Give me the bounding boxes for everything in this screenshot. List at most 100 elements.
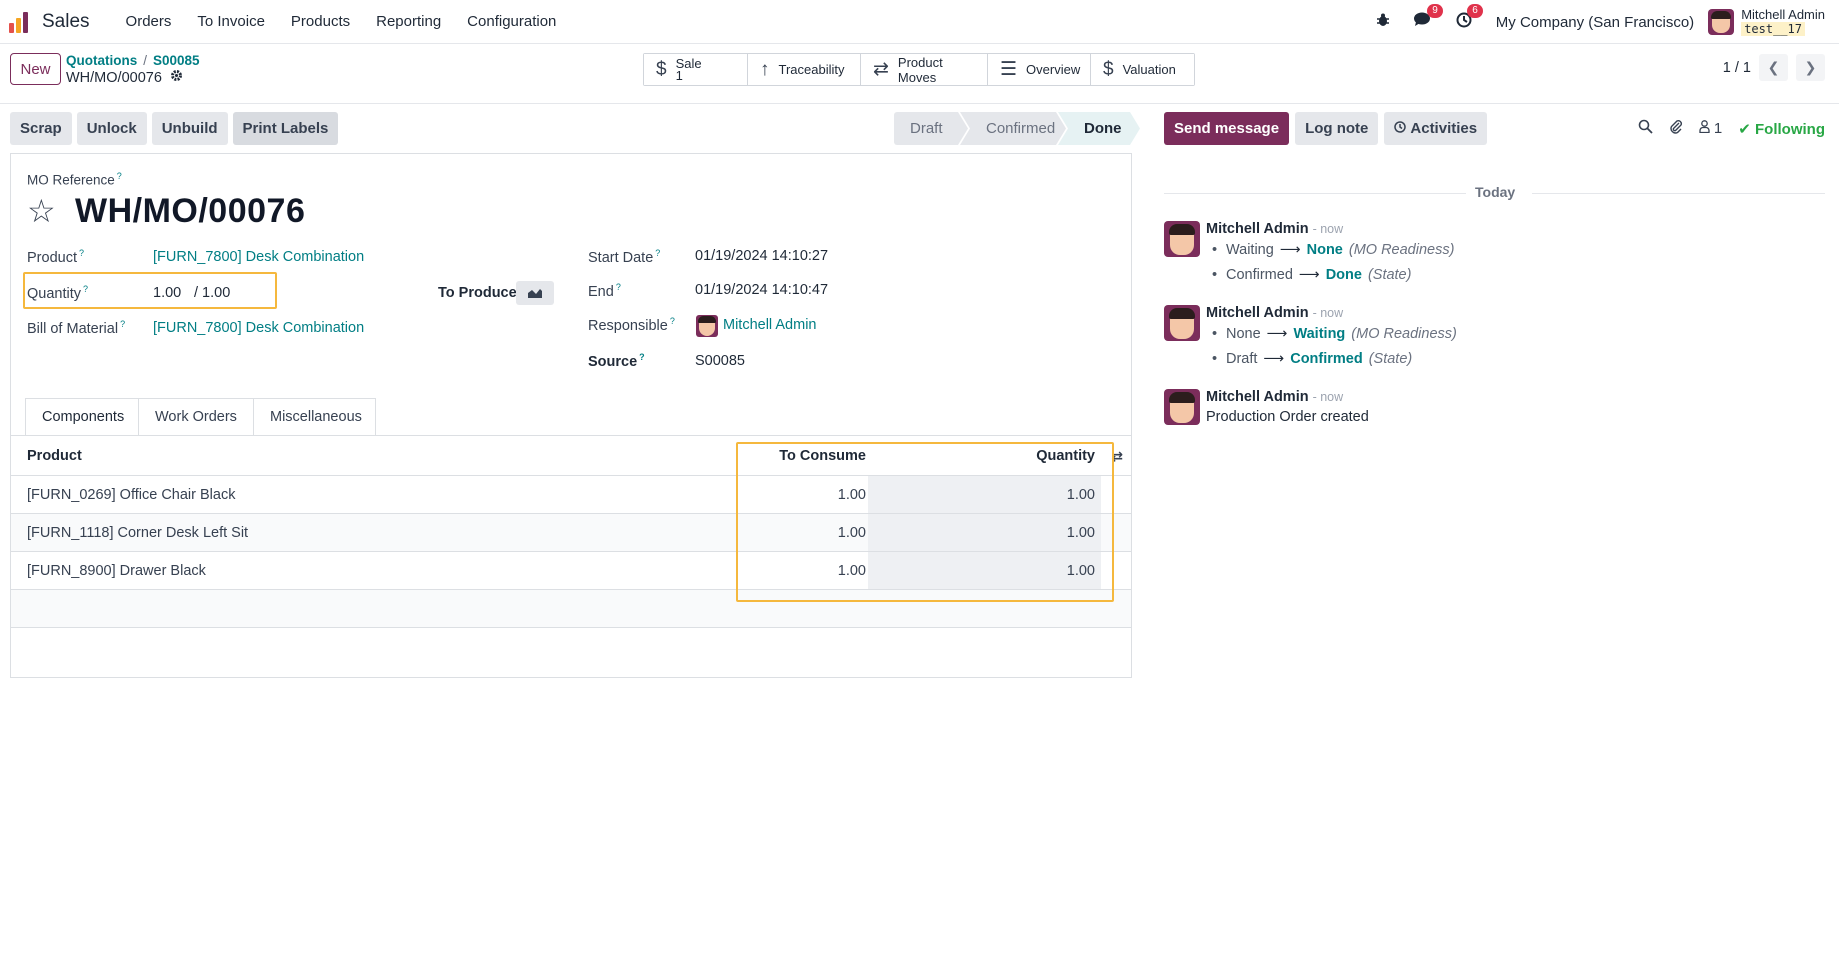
sale-smart-button[interactable]: $ Sale 1 xyxy=(644,54,748,85)
status-bar: Draft Confirmed Done xyxy=(894,112,1140,145)
message-time: - now xyxy=(1312,306,1344,320)
header-product[interactable]: Product xyxy=(27,436,82,475)
overview-smart-button[interactable]: ☰ Overview xyxy=(988,54,1091,85)
database-name: test__17 xyxy=(1741,22,1805,36)
previous-record-button[interactable]: ❮ xyxy=(1759,54,1788,81)
menu-reporting[interactable]: Reporting xyxy=(376,13,441,30)
tracking-new: Confirmed xyxy=(1290,351,1363,367)
menu-to-invoice[interactable]: To Invoice xyxy=(197,13,265,30)
top-navbar: Sales Orders To Invoice Products Reporti… xyxy=(0,0,1839,44)
row-to-consume: 1.00 xyxy=(837,524,866,541)
form-sheet: MO Reference? ☆ WH/MO/00076 Product? [FU… xyxy=(10,153,1132,678)
tracking-field: (MO Readiness) xyxy=(1348,242,1455,258)
send-message-button[interactable]: Send message xyxy=(1164,112,1290,145)
header-quantity[interactable]: Quantity xyxy=(1036,436,1095,475)
tracking-value: • Draft ⟶ Confirmed (State) xyxy=(1212,351,1413,367)
author-avatar[interactable] xyxy=(1164,221,1200,257)
message-author[interactable]: Mitchell Admin xyxy=(1206,389,1309,405)
tab-components[interactable]: Components xyxy=(25,398,139,436)
tracking-value: • Waiting ⟶ None (MO Readiness) xyxy=(1212,242,1455,258)
empty-row xyxy=(11,590,1131,628)
row-to-consume: 1.00 xyxy=(837,486,866,503)
company-switcher[interactable]: My Company (San Francisco) xyxy=(1496,14,1694,31)
paperclip-icon[interactable] xyxy=(1669,119,1683,139)
source-label: Source? xyxy=(588,352,645,370)
tracking-new: None xyxy=(1306,242,1343,258)
product-value[interactable]: [FURN_7800] Desk Combination xyxy=(153,249,364,265)
menu-configuration[interactable]: Configuration xyxy=(467,13,556,30)
activity-badge: 6 xyxy=(1467,3,1483,18)
record-name: WH/MO/00076 xyxy=(66,69,162,86)
responsible-avatar xyxy=(696,315,718,337)
table-row[interactable]: [FURN_8900] Drawer Black 1.00 1.00 xyxy=(11,552,1131,590)
header-to-consume[interactable]: To Consume xyxy=(779,436,866,475)
app-logo-icon[interactable] xyxy=(9,11,31,33)
traceability-smart-button[interactable]: ↑ Traceability xyxy=(748,54,861,85)
area-chart-icon xyxy=(528,289,542,298)
breadcrumb-quotations[interactable]: Quotations xyxy=(66,53,137,68)
optional-columns-icon[interactable]: ⇄ xyxy=(1111,436,1123,476)
quantity-highlight-box xyxy=(23,272,277,309)
exchange-icon: ⇄ xyxy=(873,59,889,80)
row-quantity[interactable]: 1.00 xyxy=(1067,476,1095,513)
activities-label: Activities xyxy=(1410,120,1478,137)
search-icon[interactable] xyxy=(1638,119,1653,138)
author-avatar[interactable] xyxy=(1164,305,1200,341)
row-quantity[interactable]: 1.00 xyxy=(1067,552,1095,589)
valuation-smart-button[interactable]: $ Valuation xyxy=(1091,54,1194,85)
tab-work-orders[interactable]: Work Orders xyxy=(139,398,254,436)
stage-draft[interactable]: Draft xyxy=(894,112,968,145)
pager-value[interactable]: 1 / 1 xyxy=(1723,60,1751,76)
next-record-button[interactable]: ❯ xyxy=(1796,54,1825,81)
menu-products[interactable]: Products xyxy=(291,13,350,30)
unbuild-button[interactable]: Unbuild xyxy=(151,112,228,145)
log-note-button[interactable]: Log note xyxy=(1295,112,1379,145)
table-row[interactable]: [FURN_1118] Corner Desk Left Sit 1.00 1.… xyxy=(11,514,1131,552)
chat-icon[interactable]: 9 xyxy=(1413,4,1443,32)
new-button[interactable]: New xyxy=(10,53,61,85)
responsible-label: Responsible? xyxy=(588,316,675,334)
control-panel: New Quotations / S00085 WH/MO/00076 $ Sale… xyxy=(0,44,1839,104)
produce-chart-button[interactable] xyxy=(516,281,554,305)
chatter-tools: 1 ✔ Following xyxy=(1638,112,1825,145)
unlock-button[interactable]: Unlock xyxy=(76,112,147,145)
message-author[interactable]: Mitchell Admin xyxy=(1206,305,1309,321)
activity-clock-icon[interactable]: 6 xyxy=(1456,3,1483,33)
tracking-old: Draft xyxy=(1226,351,1258,367)
tracking-field: (State) xyxy=(1368,351,1413,367)
message-author[interactable]: Mitchell Admin xyxy=(1206,221,1309,237)
product-moves-smart-button[interactable]: ⇄ Product Moves xyxy=(861,54,988,85)
breadcrumb-s00085[interactable]: S00085 xyxy=(153,53,200,68)
scrap-button[interactable]: Scrap xyxy=(10,112,72,145)
responsible-value[interactable]: Mitchell Admin xyxy=(723,317,816,333)
valuation-label: Valuation xyxy=(1122,62,1176,77)
table-row[interactable]: [FURN_0269] Office Chair Black 1.00 1.00 xyxy=(11,476,1131,514)
end-value[interactable]: 01/19/2024 14:10:47 xyxy=(695,282,828,298)
list-icon: ☰ xyxy=(1000,59,1018,80)
tab-miscellaneous[interactable]: Miscellaneous xyxy=(254,398,376,436)
tracking-field: (State) xyxy=(1367,267,1412,283)
tracking-new: Done xyxy=(1325,267,1362,283)
user-menu[interactable]: Mitchell Admin test__17 xyxy=(1741,8,1825,36)
bom-value[interactable]: [FURN_7800] Desk Combination xyxy=(153,320,364,336)
star-icon[interactable]: ☆ xyxy=(27,192,56,230)
debug-bug-icon[interactable] xyxy=(1376,13,1390,32)
user-avatar[interactable] xyxy=(1708,9,1735,35)
app-name[interactable]: Sales xyxy=(42,11,90,33)
mo-reference-value: WH/MO/00076 xyxy=(75,192,306,230)
menu-orders[interactable]: Orders xyxy=(126,13,172,30)
activities-button[interactable]: Activities xyxy=(1384,112,1488,145)
stage-confirmed[interactable]: Confirmed xyxy=(960,112,1066,145)
stage-done[interactable]: Done xyxy=(1058,112,1140,145)
row-to-consume: 1.00 xyxy=(837,562,866,579)
row-quantity[interactable]: 1.00 xyxy=(1067,514,1095,551)
following-button[interactable]: ✔ Following xyxy=(1738,120,1825,138)
start-date-value[interactable]: 01/19/2024 14:10:27 xyxy=(695,248,828,264)
followers-button[interactable]: 1 xyxy=(1699,120,1722,137)
author-avatar[interactable] xyxy=(1164,389,1200,425)
overview-label: Overview xyxy=(1026,62,1081,77)
chatter-message: Mitchell Admin - now • Waiting ⟶ None (MO Rea… xyxy=(1164,221,1824,283)
tracking-value: • None ⟶ Waiting (MO Readiness) xyxy=(1212,326,1457,342)
print-labels-button[interactable]: Print Labels xyxy=(232,112,339,145)
gear-icon[interactable] xyxy=(170,69,183,86)
